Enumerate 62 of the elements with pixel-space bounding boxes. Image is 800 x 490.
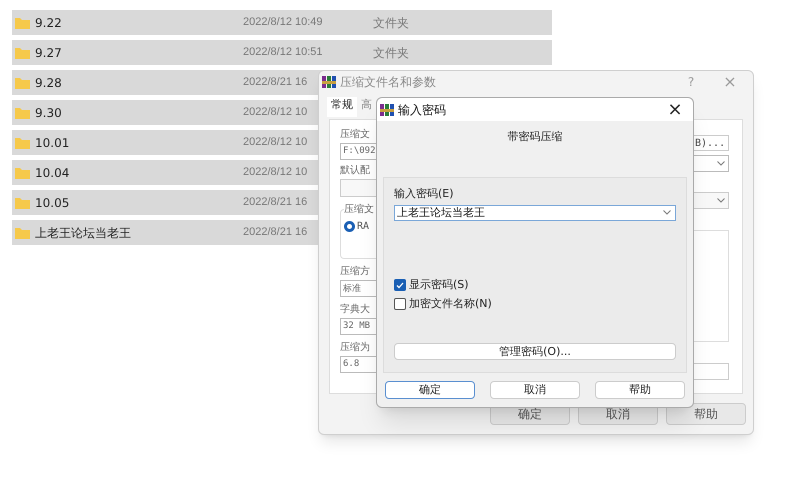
folder-icon: [15, 76, 30, 88]
check-icon: [396, 282, 404, 288]
tab[interactable]: 常规: [327, 96, 357, 117]
group-label: 压缩文: [344, 205, 378, 215]
method-field[interactable]: 标准: [340, 280, 378, 297]
field-label: 默认配: [340, 166, 371, 176]
profile-field[interactable]: [340, 179, 378, 197]
file-name: 10.01: [35, 134, 70, 152]
folder-icon: [15, 16, 30, 28]
password-text: 上老王论坛当老王: [397, 207, 485, 218]
file-date: 2022/8/12 10: [243, 105, 308, 120]
dialog-button[interactable]: 取消: [490, 381, 580, 399]
file-date: 2022/8/12 10:51: [243, 45, 323, 60]
radio[interactable]: [344, 221, 355, 232]
checkbox[interactable]: [394, 298, 406, 310]
folder-icon: [15, 46, 30, 58]
window-title: 压缩文件名和参数: [340, 74, 436, 91]
file-type: 文件夹: [373, 44, 409, 62]
file-name: 9.22: [35, 14, 63, 32]
file-name: 10.05: [35, 194, 70, 212]
dictionary-field[interactable]: 32 MB: [340, 318, 378, 335]
file-name: 9.30: [35, 104, 63, 122]
caret-icon: [663, 210, 671, 215]
file-date: 2022/8/12 10: [243, 165, 308, 180]
folder-icon: [15, 106, 30, 118]
file-type: 文件夹: [373, 14, 409, 32]
caret-icon: [717, 161, 725, 166]
field-label: 压缩为: [340, 343, 371, 353]
file-date: 2022/8/12 10: [243, 135, 308, 150]
folder-icon: [15, 166, 30, 178]
password-field[interactable]: 上老王论坛当老王: [394, 204, 676, 220]
field-label: 压缩方: [340, 267, 371, 277]
file-name: 9.28: [35, 74, 63, 92]
file-date: 2022/8/21 16: [243, 225, 308, 240]
window-title: 输入密码: [398, 102, 446, 118]
close-button[interactable]: ×: [660, 100, 690, 118]
file-name: 上老王论坛当老王: [35, 224, 132, 242]
checkbox[interactable]: [394, 279, 406, 291]
file-date: 2022/8/21 16: [243, 195, 308, 210]
file-date: 2022/8/21 16: [243, 75, 308, 90]
books-icon: [322, 75, 336, 89]
folder-icon: [15, 196, 30, 208]
dialog-button[interactable]: 帮助: [595, 381, 685, 399]
manage-passwords-button[interactable]: 管理密码(O)...: [394, 343, 676, 360]
field-label: 压缩文: [340, 130, 371, 140]
dialog-button[interactable]: 确定: [385, 381, 475, 399]
file-name: 10.04: [35, 164, 70, 182]
checkbox-label: 显示密码(S): [409, 276, 469, 293]
folder-icon: [15, 136, 30, 148]
books-icon: [380, 102, 394, 116]
archive-name-field[interactable]: F:\092: [340, 143, 378, 160]
file-row[interactable]: 9.22 2022/8/12 10:49 文件夹: [12, 10, 552, 35]
checkbox-label: 加密文件名称(N): [409, 296, 492, 312]
file-name: 9.27: [35, 44, 63, 62]
file-date: 2022/8/12 10:49: [243, 15, 323, 30]
split-field[interactable]: 6.8: [340, 356, 378, 373]
dialog-button[interactable]: 帮助: [666, 403, 746, 425]
field-label: 字典大: [340, 305, 371, 315]
file-row[interactable]: 9.27 2022/8/12 10:51 文件夹: [12, 40, 552, 65]
caret-icon: [717, 198, 725, 203]
radio-label: RA: [357, 220, 370, 234]
folder-icon: [15, 226, 30, 238]
